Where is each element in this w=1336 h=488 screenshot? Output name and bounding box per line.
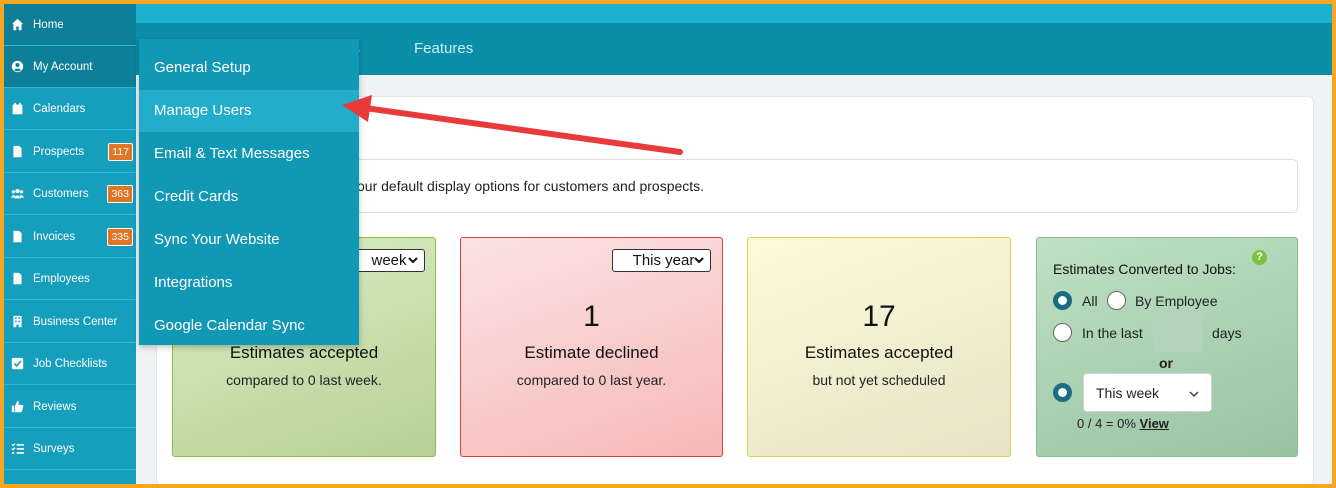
count-badge: 363	[107, 185, 133, 203]
radio-by-employee[interactable]	[1107, 291, 1126, 310]
period-select[interactable]: This week	[1083, 373, 1212, 412]
sidebar-item-job-checklists[interactable]: Job Checklists	[4, 343, 136, 385]
sidebar-item-surveys[interactable]: Surveys	[4, 428, 136, 470]
account-dropdown-menu: General Setup Manage Users Email & Text …	[139, 39, 359, 345]
file-icon	[10, 145, 24, 159]
radio-by-employee-label: By Employee	[1135, 293, 1218, 309]
sidebar-item-label: Surveys	[33, 442, 75, 455]
chevron-down-icon	[1189, 391, 1199, 398]
stat-converted: Estimates Converted to Jobs: ? All By Em…	[1036, 237, 1298, 457]
sidebar-item-prospects[interactable]: Prospects 117	[4, 131, 136, 173]
stat-sub: compared to 0 last week.	[226, 372, 382, 388]
conversion-ratio: 0 / 4 = 0% View	[1077, 416, 1169, 431]
count-badge: 335	[107, 228, 133, 246]
help-icon[interactable]: ?	[1252, 250, 1267, 265]
stat-label: Estimates accepted	[804, 343, 954, 362]
stat-sub: compared to 0 last year.	[516, 372, 667, 388]
sidebar-item-home[interactable]: Home	[4, 4, 136, 46]
view-link[interactable]: View	[1140, 416, 1169, 431]
menu-item-email-text-messages[interactable]: Email & Text Messages	[139, 133, 359, 175]
checkbox-icon	[10, 357, 24, 371]
calendar-icon	[10, 102, 24, 116]
sidebar-item-business-center[interactable]: Business Center	[4, 301, 136, 343]
sidebar-item-label: Reviews	[33, 400, 77, 413]
converted-heading: Estimates Converted to Jobs:	[1053, 261, 1236, 277]
ratio-text: 0 / 4 = 0%	[1077, 416, 1136, 431]
menu-item-manage-users[interactable]: Manage Users	[139, 90, 359, 132]
stat-unscheduled: 17 Estimates accepted but not yet schedu…	[747, 237, 1011, 457]
sidebar-item-label: My Account	[33, 60, 93, 73]
sidebar-item-customers[interactable]: Customers 363	[4, 173, 136, 215]
sidebar-item-invoices[interactable]: Invoices 335	[4, 216, 136, 258]
period-select-value: This year	[632, 252, 695, 269]
list-check-icon	[10, 442, 24, 456]
sidebar-item-reviews[interactable]: Reviews	[4, 386, 136, 428]
thumbs-up-icon	[10, 400, 24, 414]
menu-item-general-setup[interactable]: General Setup	[139, 47, 359, 89]
menu-item-sync-website[interactable]: Sync Your Website	[139, 219, 359, 261]
period-select[interactable]: week	[349, 249, 425, 272]
days-input[interactable]	[1153, 312, 1203, 352]
radio-in-the-last[interactable]	[1053, 323, 1072, 342]
count-badge: 117	[108, 143, 133, 161]
sidebar-item-label: Calendars	[33, 102, 86, 115]
sidebar-item-label: Employees	[33, 272, 90, 285]
building-icon	[10, 315, 24, 329]
chevron-down-icon	[408, 257, 418, 264]
sidebar-item-my-account[interactable]: My Account	[4, 46, 136, 88]
period-select-value: week	[371, 252, 407, 269]
period-select-value: This week	[1096, 385, 1160, 401]
stat-value: 17	[862, 300, 896, 333]
home-icon	[10, 18, 24, 32]
period-select[interactable]: This year	[612, 249, 711, 272]
radio-period[interactable]	[1053, 383, 1072, 402]
file-icon	[10, 272, 24, 286]
or-label: or	[1159, 355, 1173, 371]
menu-item-credit-cards[interactable]: Credit Cards	[139, 176, 359, 218]
menu-item-google-calendar-sync[interactable]: Google Calendar Sync	[139, 305, 359, 347]
stat-label: Estimate declined	[524, 343, 659, 362]
days-label: days	[1212, 325, 1242, 341]
file-icon	[10, 230, 24, 244]
stat-sub: but not yet scheduled	[812, 372, 946, 388]
radio-in-the-last-label: In the last	[1082, 325, 1143, 341]
sidebar-item-label: Job Checklists	[33, 357, 108, 370]
notice-text: our default display options for customer…	[357, 178, 705, 194]
menu-item-integrations[interactable]: Integrations	[139, 262, 359, 304]
sidebar-item-label: Invoices	[33, 230, 76, 243]
tab-features[interactable]: Features	[414, 40, 473, 57]
users-icon	[10, 187, 24, 201]
sidebar-item-calendars[interactable]: Calendars	[4, 88, 136, 130]
user-circle-icon	[10, 60, 24, 74]
sidebar-item-label: Customers	[33, 187, 89, 200]
stat-declined: This year 1 Estimate declined compared t…	[460, 237, 723, 457]
sidebar-item-label: Business Center	[33, 315, 118, 328]
app-window: Home My Account Calendars Prospects 1 17 …	[4, 4, 1332, 484]
radio-all[interactable]	[1053, 291, 1072, 310]
chevron-down-icon	[694, 257, 704, 264]
sidebar-item-employees[interactable]: Employees	[4, 258, 136, 300]
sidebar: Home My Account Calendars Prospects 117 …	[4, 4, 136, 484]
top-strip	[136, 4, 1332, 23]
radio-all-label: All	[1082, 293, 1098, 309]
stat-value: 1	[583, 300, 600, 333]
sidebar-item-label: Prospects	[33, 145, 85, 158]
sidebar-item-label: Home	[33, 18, 64, 31]
